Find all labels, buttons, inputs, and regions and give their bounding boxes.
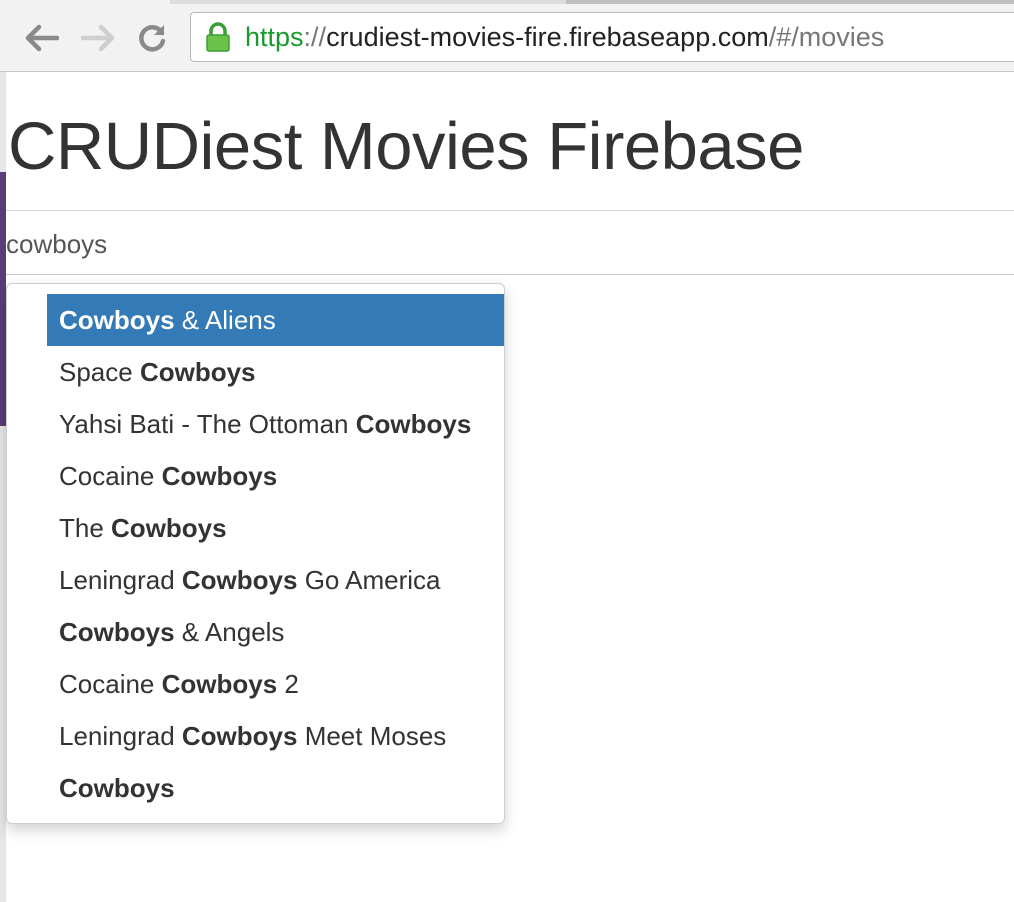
item-text-match: Cowboys (181, 721, 298, 751)
forward-button[interactable] (78, 18, 118, 58)
autocomplete-item[interactable]: The Cowboys (47, 502, 504, 554)
item-text-after: Meet Moses (297, 721, 447, 751)
autocomplete-item[interactable]: Cocaine Cowboys (47, 450, 504, 502)
autocomplete-dropdown: Cowboys & Aliens Space Cowboys Yahsi Bati … (6, 283, 505, 824)
inactive-tab-edge[interactable] (566, 0, 1014, 4)
autocomplete-item[interactable]: Space Cowboys (47, 346, 504, 398)
item-text-before: Leningrad (59, 721, 182, 751)
title-divider (6, 210, 1014, 211)
item-text-match: Cowboys (59, 305, 175, 335)
back-arrow-icon (25, 24, 59, 52)
autocomplete-item[interactable]: Cowboys & Aliens (47, 294, 504, 346)
movie-search-input[interactable] (6, 215, 1014, 275)
item-text-before: Leningrad (59, 565, 182, 595)
address-bar[interactable]: https://crudiest-movies-fire.firebaseapp… (190, 12, 1014, 62)
autocomplete-item[interactable]: Cocaine Cowboys 2 (47, 658, 504, 710)
item-text-match: Cowboys (59, 617, 175, 647)
item-text-before: Space (59, 357, 140, 387)
lock-icon (205, 22, 231, 52)
url-text: https://crudiest-movies-fire.firebaseapp… (245, 22, 884, 53)
url-host: crudiest-movies-fire.firebaseapp.com (326, 21, 769, 52)
item-text-before: Cocaine (59, 669, 162, 699)
url-path: /#/movies (768, 21, 885, 52)
item-text-after: & Angels (174, 617, 285, 647)
autocomplete-item[interactable]: Leningrad Cowboys Meet Moses (47, 710, 504, 762)
reload-icon (139, 25, 166, 52)
url-scheme: https (245, 21, 304, 52)
page-title: CRUDiest Movies Firebase (8, 109, 804, 184)
autocomplete-item[interactable]: Yahsi Bati - The Ottoman Cowboys (47, 398, 504, 450)
active-tab-edge[interactable] (0, 0, 170, 4)
item-text-match: Cowboys (181, 565, 298, 595)
forward-arrow-icon (81, 24, 115, 52)
item-text-after: Go America (297, 565, 441, 595)
autocomplete-item[interactable]: Leningrad Cowboys Go America (47, 554, 504, 606)
url-separator: :// (303, 21, 327, 52)
item-text-match: Cowboys (355, 409, 472, 439)
item-text-after: & Aliens (174, 305, 276, 335)
item-text-match: Cowboys (161, 669, 278, 699)
item-text-after: 2 (277, 669, 299, 699)
item-text-match: Cowboys (111, 513, 227, 543)
item-text-before: Yahsi Bati - The Ottoman (59, 409, 356, 439)
back-button[interactable] (22, 18, 62, 58)
item-text-before: Cocaine (59, 461, 162, 491)
item-text-match: Cowboys (161, 461, 278, 491)
autocomplete-item[interactable]: Cowboys & Angels (47, 606, 504, 658)
autocomplete-item[interactable]: Cowboys (47, 762, 504, 814)
reload-button[interactable] (132, 18, 172, 58)
item-text-before: The (59, 513, 112, 543)
item-text-match: Cowboys (139, 357, 256, 387)
item-text-match: Cowboys (59, 773, 175, 803)
browser-toolbar: https://crudiest-movies-fire.firebaseapp… (0, 0, 1014, 72)
